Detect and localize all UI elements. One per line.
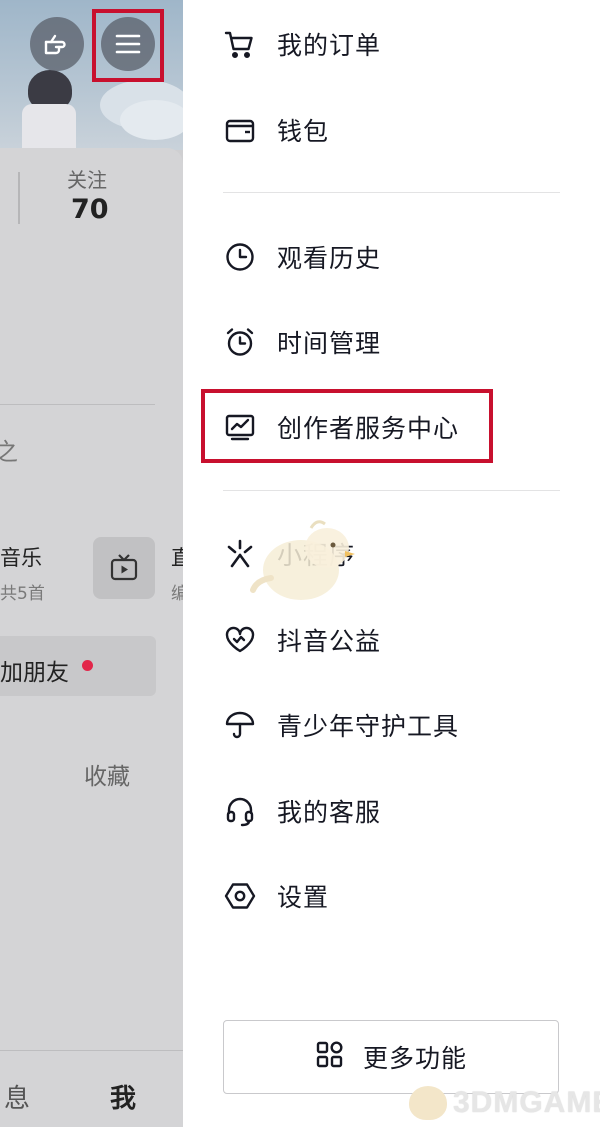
nav-messages-tab[interactable]: 息 bbox=[4, 1078, 30, 1115]
site-watermark: 3DMGAME bbox=[409, 1086, 600, 1120]
menu-item-label: 观看历史 bbox=[277, 244, 382, 273]
menu-item-label: 我的客服 bbox=[277, 798, 382, 827]
alarm-icon bbox=[223, 325, 257, 359]
live-tile[interactable] bbox=[93, 537, 155, 599]
tv-play-icon bbox=[110, 554, 138, 581]
menu-item-label: 时间管理 bbox=[277, 329, 382, 358]
menu-item-label: 设置 bbox=[277, 883, 330, 912]
cart-icon bbox=[223, 27, 257, 61]
pointing-hand-icon bbox=[44, 34, 66, 55]
menu-item-watch-history[interactable]: 观看历史 bbox=[223, 227, 381, 287]
creator-center-highlight-box bbox=[201, 389, 493, 463]
umbrella-icon bbox=[223, 708, 257, 742]
menu-item-label: 抖音公益 bbox=[277, 627, 382, 656]
menu-item-youth-protection[interactable]: 青少年守护工具 bbox=[223, 695, 459, 755]
hexagon-settings-icon bbox=[223, 879, 257, 913]
menu-item-label: 青少年守护工具 bbox=[277, 712, 460, 741]
menu-item-customer-service[interactable]: 我的客服 bbox=[223, 781, 381, 841]
favorites-tab[interactable]: 收藏 bbox=[84, 757, 130, 791]
divider bbox=[0, 404, 155, 405]
live-label: 直 bbox=[171, 546, 183, 570]
partial-row-text: 之 bbox=[0, 438, 18, 466]
menu-item-my-orders[interactable]: 我的订单 bbox=[223, 14, 381, 74]
watermark-logo-icon bbox=[409, 1086, 447, 1120]
follow-label: 关注 bbox=[67, 168, 107, 192]
add-friend-label: 加朋友 bbox=[0, 660, 69, 686]
menu-item-douyin-charity[interactable]: 抖音公益 bbox=[223, 610, 381, 670]
gesture-button[interactable] bbox=[30, 17, 84, 71]
stat-divider bbox=[18, 172, 20, 224]
section-divider bbox=[223, 192, 560, 193]
music-count: 共5首 bbox=[0, 584, 45, 604]
menu-item-time-management[interactable]: 时间管理 bbox=[223, 312, 381, 372]
mascot-watermark-image bbox=[250, 520, 355, 600]
wallet-icon bbox=[223, 113, 257, 147]
menu-item-label: 钱包 bbox=[277, 117, 330, 146]
more-features-label: 更多功能 bbox=[362, 1044, 467, 1073]
menu-button-highlight-box bbox=[92, 9, 164, 82]
more-features-button[interactable]: 更多功能 bbox=[223, 1020, 559, 1094]
menu-item-label: 我的订单 bbox=[277, 31, 382, 60]
profile-background-panel: 关注 70 之 音乐 共5首 直 编 加朋友 收藏 息 我 bbox=[0, 0, 183, 1127]
follow-count[interactable]: 70 bbox=[71, 194, 109, 225]
heart-charity-icon bbox=[223, 623, 257, 657]
clock-icon bbox=[223, 240, 257, 274]
notification-dot bbox=[82, 660, 93, 671]
watermark-text: 3DMGAME bbox=[453, 1086, 600, 1119]
bottom-nav-divider bbox=[0, 1050, 183, 1051]
side-drawer-menu: 我的订单 钱包 观看历史 时间管理 创作者服务中心 抖音公益 青少年守护工具 我… bbox=[183, 0, 600, 1127]
menu-item-settings[interactable]: 设置 bbox=[223, 866, 329, 926]
grid-apps-icon bbox=[315, 1040, 345, 1074]
headset-icon bbox=[223, 794, 257, 828]
music-label[interactable]: 音乐 bbox=[0, 542, 42, 572]
live-sub: 编 bbox=[171, 584, 183, 604]
menu-item-wallet[interactable]: 钱包 bbox=[223, 100, 329, 160]
section-divider bbox=[223, 490, 560, 491]
nav-me-tab[interactable]: 我 bbox=[110, 1078, 136, 1115]
